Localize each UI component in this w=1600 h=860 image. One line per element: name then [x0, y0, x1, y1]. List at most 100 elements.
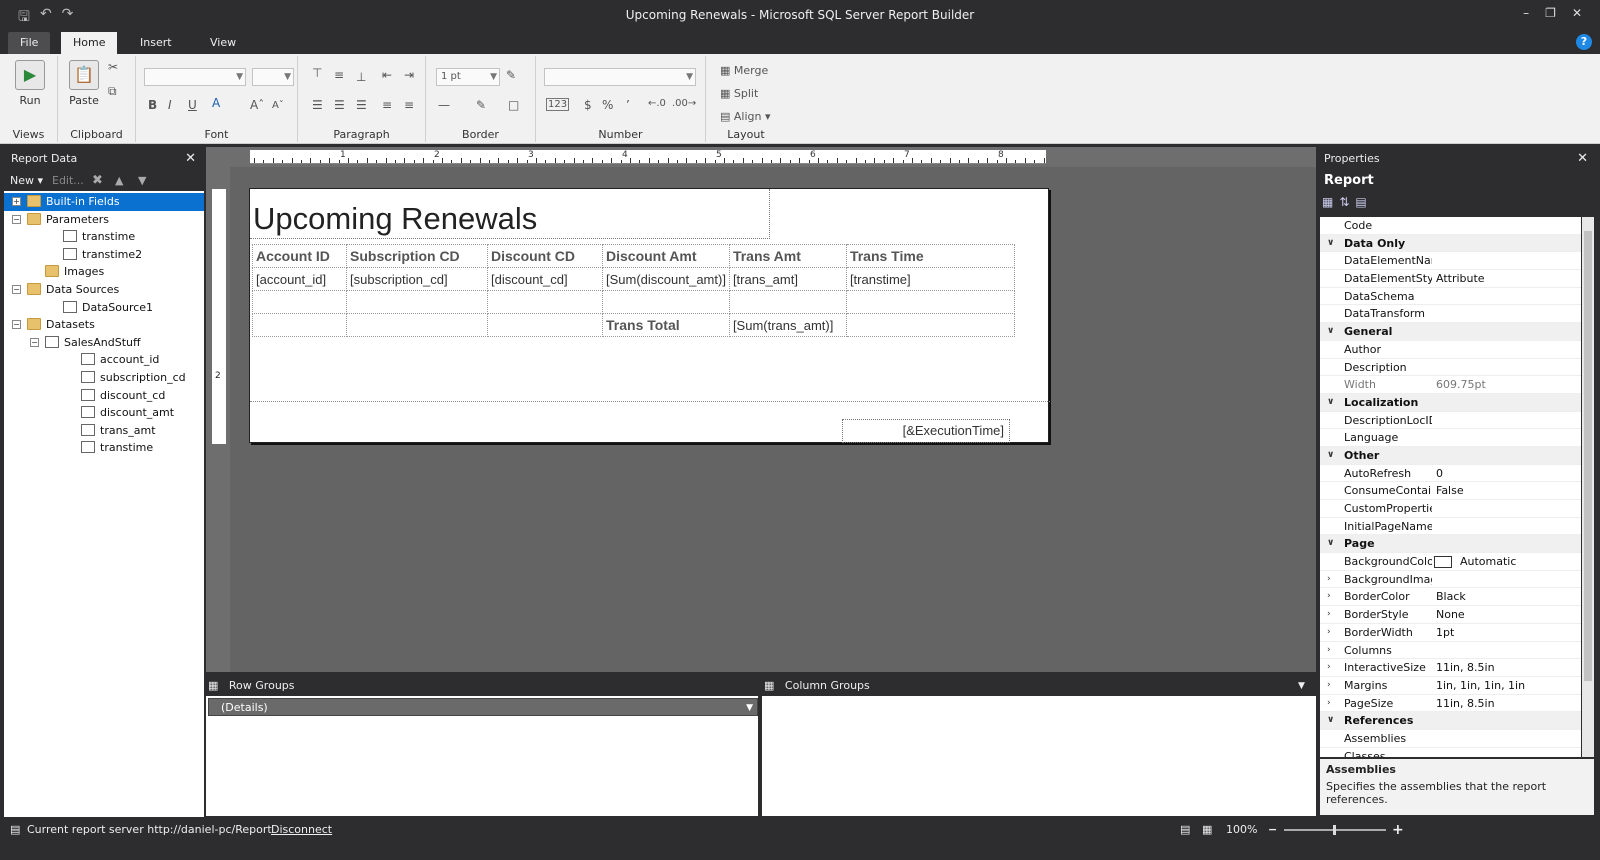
empty-cell[interactable]	[346, 290, 488, 314]
property-value[interactable]: 609.75pt	[1436, 376, 1486, 394]
header-cell[interactable]: Trans Time	[845, 244, 1015, 268]
property-row[interactable]: Author	[1320, 341, 1581, 359]
zoom-in-icon[interactable]: +	[1392, 818, 1404, 842]
zoom-slider[interactable]	[1284, 825, 1386, 835]
decrease-decimal-icon[interactable]: .00→	[672, 98, 696, 109]
tree-node[interactable]: account_id	[4, 351, 204, 369]
expand-property-icon[interactable]: ›	[1327, 677, 1331, 695]
detail-cell[interactable]: [Sum(discount_amt)]	[602, 267, 730, 291]
property-value[interactable]: False	[1436, 482, 1464, 500]
property-category[interactable]: ∨ References	[1320, 712, 1581, 730]
tree-node[interactable]: transtime	[4, 439, 204, 457]
paste-button[interactable]: 📋 Paste	[66, 60, 102, 107]
property-row[interactable]: InitialPageName	[1320, 518, 1581, 536]
expand-property-icon[interactable]: ›	[1327, 659, 1331, 677]
close-window-icon[interactable]: ✕	[1572, 6, 1582, 20]
tree-node[interactable]: transtime2	[4, 246, 204, 264]
header-cell[interactable]: Discount Amt	[602, 244, 730, 268]
tab-insert[interactable]: Insert	[128, 32, 184, 54]
font-color-icon[interactable]: A	[212, 96, 220, 110]
collapse-category-icon[interactable]: ∨	[1327, 535, 1334, 553]
empty-cell[interactable]	[845, 290, 1015, 314]
move-up-icon[interactable]: ▲	[115, 171, 123, 191]
underline-button[interactable]: U	[188, 98, 197, 112]
property-category[interactable]: ∨ Data Only	[1320, 234, 1581, 253]
property-value[interactable]: 1pt	[1436, 624, 1454, 642]
details-group[interactable]: (Details) ▼	[208, 698, 758, 716]
line-style-icon[interactable]: —	[438, 98, 450, 112]
delete-icon[interactable]: ✖	[92, 171, 103, 191]
tree-node[interactable]: DataSource1	[4, 299, 204, 317]
zoom-slider-thumb[interactable]	[1333, 825, 1336, 835]
number-format-combo[interactable]: ▼	[544, 68, 696, 86]
grow-font-icon[interactable]: Aˆ	[250, 98, 264, 112]
expand-property-icon[interactable]: ›	[1327, 606, 1331, 624]
property-category[interactable]: ∨ Other	[1320, 446, 1581, 465]
minimize-icon[interactable]: –	[1523, 6, 1529, 20]
tree-node[interactable]: Images	[4, 263, 204, 281]
alphabetical-icon[interactable]: ⇅	[1339, 195, 1349, 213]
expand-icon[interactable]: +	[12, 197, 21, 206]
detail-cell[interactable]: [trans_amt]	[728, 267, 847, 291]
property-value[interactable]: 0	[1436, 465, 1443, 483]
detail-cell[interactable]: [subscription_cd]	[346, 267, 488, 291]
increase-indent-icon[interactable]: ⇥	[404, 68, 414, 82]
report-title[interactable]: Upcoming Renewals	[253, 201, 537, 237]
header-cell[interactable]: Subscription CD	[346, 244, 488, 268]
property-row[interactable]: › InteractiveSize 11in, 8.5in	[1320, 659, 1581, 677]
close-panel-icon[interactable]: ✕	[185, 147, 196, 171]
property-row[interactable]: › BackgroundImage	[1320, 571, 1581, 589]
expand-property-icon[interactable]: ›	[1327, 588, 1331, 606]
line-color-icon[interactable]: ✎	[476, 98, 486, 112]
detail-cell[interactable]: [transtime]	[845, 267, 1015, 291]
empty-cell[interactable]	[845, 313, 1015, 337]
tab-home[interactable]: Home	[61, 32, 117, 54]
design-view-icon[interactable]: ▤	[1180, 818, 1190, 842]
numbering-icon[interactable]: ≡	[404, 98, 414, 112]
empty-cell[interactable]	[252, 290, 347, 314]
empty-cell[interactable]	[487, 313, 603, 337]
detail-cell[interactable]: [discount_cd]	[487, 267, 603, 291]
tree-node[interactable]: discount_amt	[4, 404, 204, 422]
total-label-cell[interactable]: Trans Total	[602, 313, 730, 337]
align-bottom-icon[interactable]: ⊥	[356, 70, 366, 84]
collapse-icon[interactable]: −	[12, 320, 21, 330]
expand-property-icon[interactable]: ›	[1327, 695, 1331, 713]
property-row[interactable]: AutoRefresh 0	[1320, 465, 1581, 483]
font-size-combo[interactable]: ▼	[252, 68, 294, 86]
property-value[interactable]: Attribute	[1436, 270, 1485, 288]
header-cell[interactable]: Discount CD	[487, 244, 603, 268]
tree-node[interactable]: trans_amt	[4, 422, 204, 440]
tree-node[interactable]: − Datasets	[4, 316, 204, 334]
collapse-icon[interactable]: −	[12, 284, 21, 294]
property-row[interactable]: BackgroundColor Automatic	[1320, 553, 1581, 571]
align-right-icon[interactable]: ☰	[356, 98, 367, 112]
edit-button[interactable]: Edit...	[52, 171, 84, 191]
property-row[interactable]: › BorderWidth 1pt	[1320, 624, 1581, 642]
collapse-icon[interactable]: −	[30, 337, 39, 347]
property-category[interactable]: ∨ Localization	[1320, 393, 1581, 412]
align-button[interactable]: ▤ Align ▾	[720, 110, 771, 123]
expand-property-icon[interactable]: ›	[1327, 642, 1331, 660]
property-scrollbar[interactable]	[1582, 217, 1594, 757]
copy-icon[interactable]: ⧉	[108, 84, 117, 99]
property-row[interactable]: Classes	[1320, 748, 1581, 757]
tree-node[interactable]: subscription_cd	[4, 369, 204, 387]
empty-cell[interactable]	[602, 290, 730, 314]
merge-button[interactable]: ▦ Merge	[720, 64, 768, 77]
design-surface[interactable]: Upcoming Renewals Account ID Subscriptio…	[230, 167, 1316, 672]
property-row[interactable]: Width 609.75pt	[1320, 376, 1581, 394]
property-row[interactable]: Language	[1320, 429, 1581, 447]
property-row[interactable]: DataTransform	[1320, 305, 1581, 324]
report-body[interactable]: Upcoming Renewals Account ID Subscriptio…	[249, 188, 1050, 443]
align-center-icon[interactable]: ☰	[334, 98, 345, 112]
property-value[interactable]: None	[1436, 606, 1465, 624]
tree-node[interactable]: − Parameters	[4, 211, 204, 229]
currency-icon[interactable]: $	[584, 98, 592, 112]
new-button[interactable]: New ▾	[10, 171, 43, 191]
property-value[interactable]: Automatic	[1460, 553, 1516, 571]
restore-icon[interactable]: ❐	[1545, 6, 1556, 20]
header-cell[interactable]: Trans Amt	[728, 244, 847, 268]
font-family-combo[interactable]: ▼	[144, 68, 246, 86]
property-row[interactable]: DataSchema	[1320, 288, 1581, 306]
